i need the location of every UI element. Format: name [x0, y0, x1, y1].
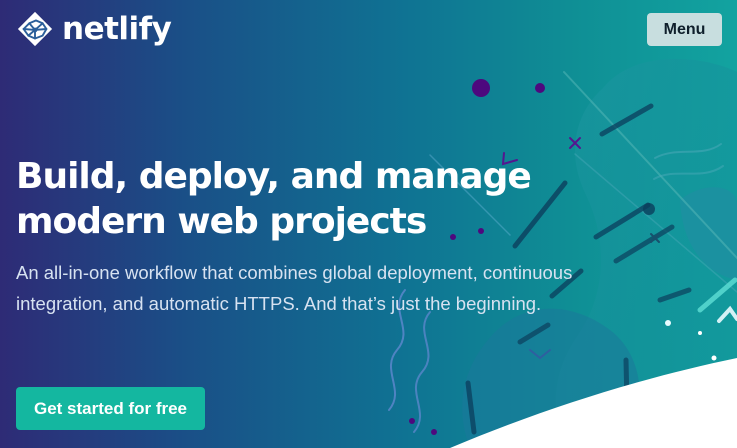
- netlify-logo[interactable]: netlify: [16, 10, 172, 48]
- landing-page: netlify Menu Build, deploy, and manage m…: [0, 0, 737, 448]
- hero-section: Build, deploy, and manage modern web pro…: [16, 154, 626, 319]
- page-transition-curve: [450, 358, 737, 448]
- hero-title: Build, deploy, and manage modern web pro…: [16, 156, 532, 242]
- netlify-logo-icon: [17, 11, 53, 47]
- menu-button[interactable]: Menu: [647, 13, 722, 46]
- get-started-button[interactable]: Get started for free: [16, 387, 205, 430]
- site-header: netlify Menu: [0, 0, 737, 64]
- logo-wordmark: netlify: [62, 11, 172, 47]
- hero-subtitle: An all-in-one workflow that combines glo…: [16, 262, 573, 314]
